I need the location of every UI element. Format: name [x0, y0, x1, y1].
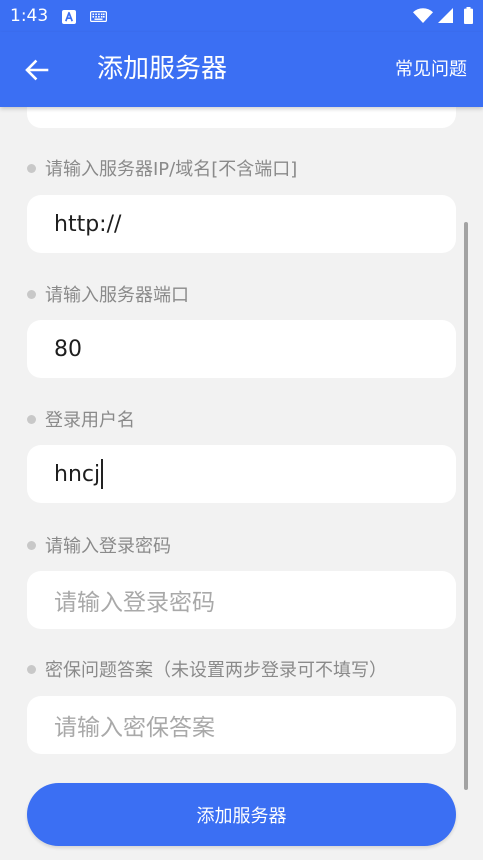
- label-bullet: [27, 664, 36, 674]
- battery-icon: [464, 7, 473, 24]
- server-address-input[interactable]: http://: [27, 195, 456, 253]
- username-input[interactable]: hncj: [27, 445, 456, 503]
- input-placeholder: 请输入登录密码: [54, 590, 215, 616]
- page-title: 添加服务器: [97, 54, 228, 84]
- text-cursor: [101, 459, 104, 489]
- status-bar: 1:43: [0, 0, 483, 32]
- label-text: 密保问题答案（未设置两步登录可不填写）: [45, 660, 387, 681]
- server-address-label: 请输入服务器IP/域名[不含端口]: [27, 156, 297, 180]
- label-text: 请输入服务器端口: [45, 285, 189, 306]
- back-button[interactable]: [20, 57, 54, 83]
- app-bar: 添加服务器 常见问题: [0, 32, 483, 107]
- server-port-label: 请输入服务器端口: [27, 282, 189, 306]
- label-bullet: [27, 414, 36, 424]
- password-label: 请输入登录密码: [27, 533, 171, 557]
- security-answer-label: 密保问题答案（未设置两步登录可不填写）: [27, 657, 387, 681]
- input-value: http://: [54, 211, 122, 237]
- cell-signal-icon: [438, 8, 453, 23]
- username-label: 登录用户名: [27, 407, 135, 431]
- faq-link[interactable]: 常见问题: [395, 32, 467, 107]
- security-answer-input[interactable]: 请输入密保答案: [27, 696, 456, 754]
- keyboard-icon: [90, 11, 107, 22]
- status-time: 1:43: [10, 6, 49, 26]
- password-input[interactable]: 请输入登录密码: [27, 571, 456, 629]
- label-text: 登录用户名: [45, 410, 135, 431]
- label-bullet: [27, 289, 36, 299]
- label-text: 请输入服务器IP/域名[不含端口]: [45, 159, 298, 180]
- label-text: 请输入登录密码: [45, 536, 171, 557]
- wifi-icon: [413, 8, 433, 23]
- app-letter-a-icon: [62, 10, 76, 24]
- add-server-button[interactable]: 添加服务器: [27, 783, 456, 846]
- label-bullet: [27, 540, 36, 550]
- server-port-input[interactable]: 80: [27, 320, 456, 378]
- input-placeholder: 请输入密保答案: [54, 715, 215, 741]
- form-scroll-area[interactable]: 请输入服务器IP/域名[不含端口] http:// 请输入服务器端口 80 登录…: [0, 0, 483, 860]
- back-arrow-icon: [25, 59, 49, 81]
- label-bullet: [27, 163, 36, 173]
- input-value: 80: [54, 336, 82, 362]
- scrollbar[interactable]: [464, 222, 468, 790]
- input-value: hncj: [54, 461, 101, 487]
